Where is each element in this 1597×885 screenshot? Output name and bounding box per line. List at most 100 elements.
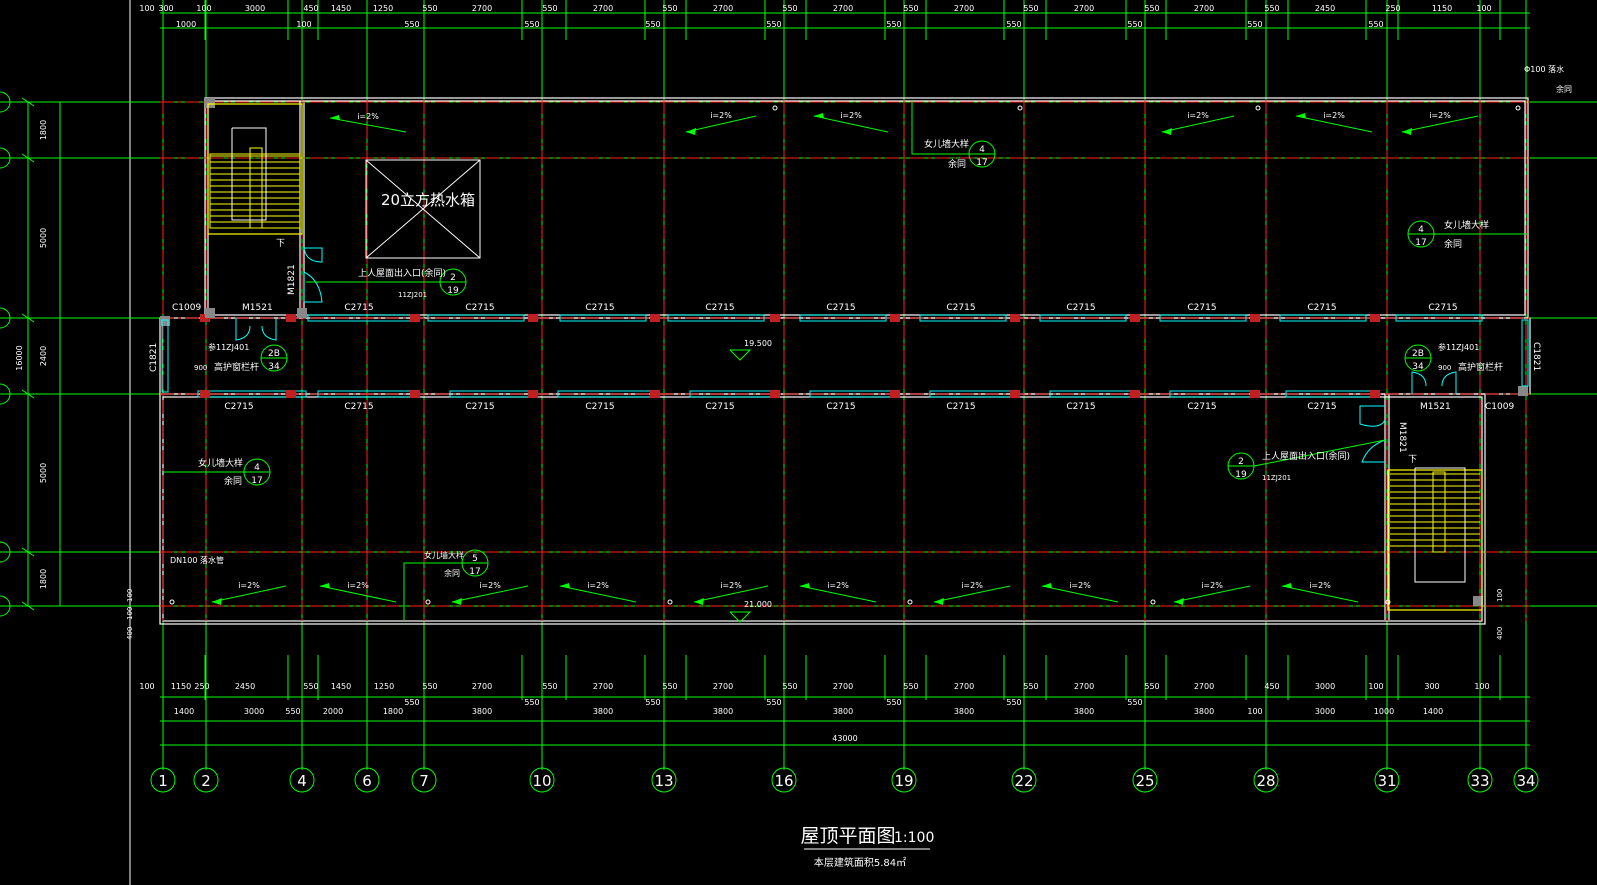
slope-arrowhead-5: [1402, 128, 1412, 135]
slope-label-3: i=2%: [1187, 111, 1209, 120]
top-dim-2-4: 550: [645, 20, 660, 29]
bottom-dim-1-6: 1250: [374, 682, 394, 691]
exit-label-bottom: 上人屋面出入口(余同): [1262, 450, 1350, 462]
axis-label-34: 34: [1516, 772, 1535, 790]
axis-label-19: 19: [894, 772, 913, 790]
slope-label-13: i=2%: [1069, 581, 1091, 590]
bottom-dim-2-7: 550: [524, 698, 539, 707]
bottom-dim-2-9: 550: [645, 698, 660, 707]
mullion-bottom-4: [650, 390, 660, 398]
top-dim-2-3: 550: [524, 20, 539, 29]
elevation-markers: 19.500 21.000: [729, 339, 772, 623]
slope-label-1: i=2%: [710, 111, 732, 120]
bottom-dim-2-13: 550: [886, 698, 901, 707]
mullion-bottom-8: [1130, 390, 1140, 398]
side-dim-b: 100: [126, 607, 134, 620]
axis-label-16: 16: [774, 772, 793, 790]
bottom-dim-2-10: 3800: [713, 707, 733, 716]
slope-arrowhead-12: [934, 598, 944, 605]
top-dim-1-21: 550: [1264, 4, 1279, 13]
top-dim-1-11: 550: [662, 4, 677, 13]
slope-arrowhead-8: [452, 598, 462, 605]
bottom-dim-2-12: 3800: [833, 707, 853, 716]
top-dim-1-1: 300: [158, 4, 173, 13]
bottom-dim-1-12: 2700: [713, 682, 733, 691]
top-dim-1-15: 550: [903, 4, 918, 13]
label-c1821-left: C1821: [149, 343, 159, 372]
label-c2715-top-1: C2715: [465, 303, 494, 313]
mullion-bottom-7: [1010, 390, 1020, 398]
axis-label-7: 7: [419, 772, 429, 790]
exit-ref-bottom: 11ZJ201: [1262, 474, 1291, 482]
area-note: 本层建筑面积5.84㎡: [814, 856, 906, 869]
top-dim-2-10: 550: [1368, 20, 1383, 29]
slope-label-10: i=2%: [720, 581, 742, 590]
left-dim-0: 1800: [39, 120, 48, 140]
left-dim-1: 5000: [39, 228, 48, 248]
top-dim-1-23: 250: [1385, 4, 1400, 13]
left-dim-4: 1800: [39, 569, 48, 589]
slope-label-12: i=2%: [961, 581, 983, 590]
axis-label-6: 6: [362, 772, 372, 790]
water-tank-label: 20立方热水箱: [381, 191, 475, 209]
label-c2715-top-3: C2715: [705, 303, 734, 313]
same-label-2: 余同: [1444, 238, 1462, 250]
top-dim-1-19: 550: [1144, 4, 1159, 13]
bottom-dim-2-1: 3000: [244, 707, 264, 716]
callout-2-right-top: 2: [1238, 457, 1244, 467]
top-dim-1-17: 550: [1023, 4, 1038, 13]
detail-callouts: [163, 100, 1528, 620]
top-dim-2-6: 550: [886, 20, 901, 29]
slope-arrowhead-6: [212, 598, 222, 605]
bottom-dim-1-20: 2700: [1194, 682, 1214, 691]
callout-34-right-bottom: 34: [1412, 362, 1424, 372]
top-dimensions: 100 300 100 3000 450 1450 1250 550 2700 550 2700 55…: [139, 4, 1530, 29]
slope-label-0: i=2%: [357, 112, 379, 121]
slope-arrowhead-1: [686, 128, 696, 135]
callout-4-right-top: 4: [1418, 225, 1424, 235]
stair-down-label-bottom: 下: [1408, 455, 1417, 465]
callout-2b-right-top: 2B: [1412, 349, 1424, 359]
mullion-top-1: [286, 314, 296, 322]
label-m1821-left: M1821: [287, 264, 297, 295]
bottom-dim-1-10: 2700: [593, 682, 613, 691]
cad-canvas[interactable]: 100 300 100 3000 450 1450 1250 550 2700 550 2700 55…: [0, 0, 1597, 885]
top-dim-1-16: 2700: [954, 4, 974, 13]
left-total-dim: 16000: [15, 345, 24, 370]
callout-4-left-top: 4: [254, 463, 260, 473]
label-c2715-top-8: C2715: [1307, 303, 1336, 313]
top-dim-1-10: 2700: [593, 4, 613, 13]
bottom-dim-2-3: 2000: [323, 707, 343, 716]
bottom-dim-1-2: 250: [194, 682, 209, 691]
horizontal-grid-lines: [0, 101, 1597, 607]
label-c2715-bottom-7: C2715: [1066, 402, 1095, 412]
axis-label-33: 33: [1470, 772, 1489, 790]
mullion-bottom-9: [1250, 390, 1260, 398]
callout-4-top: 4: [979, 145, 985, 155]
left-dim-2: 2400: [39, 346, 48, 366]
top-dim-1-3: 3000: [245, 4, 265, 13]
mullion-top-10: [1370, 314, 1380, 322]
top-dim-1-20: 2700: [1194, 4, 1214, 13]
top-dim-2-0: 1000: [176, 20, 196, 29]
axis-bubbles: 1 2 4 6 7 10 13 16 19 22 25 28 31 33 34: [150, 745, 1539, 793]
slope-arrowhead-14: [1174, 598, 1184, 605]
top-dim-1-5: 1450: [331, 4, 351, 13]
parapet-label-1: 女儿墙大样: [924, 138, 969, 150]
bottom-dim-2-4: 1800: [383, 707, 403, 716]
bottom-dim-2-17: 550: [1127, 698, 1142, 707]
bottom-dim-1-9: 550: [542, 682, 557, 691]
top-dim-2-2: 550: [404, 20, 419, 29]
label-c2715-bottom-0: C2715: [224, 402, 253, 412]
label-c2715-bottom-8: C2715: [1187, 402, 1216, 412]
label-c2715-bottom-5: C2715: [826, 402, 855, 412]
axis-label-28: 28: [1256, 772, 1275, 790]
downpipe-label: DN100 落水管: [170, 555, 224, 565]
rail-900-right: 900: [1438, 364, 1451, 372]
bottom-dim-1-5: 1450: [331, 682, 351, 691]
side-small-dims: 100 100 400 100 400: [126, 589, 1504, 640]
mullion-bottom-3: [528, 390, 538, 398]
red-axis-lines: [162, 100, 1527, 622]
rail-ref-right: 参11ZJ401: [1438, 342, 1479, 352]
bottom-dim-2-2: 550: [285, 707, 300, 716]
